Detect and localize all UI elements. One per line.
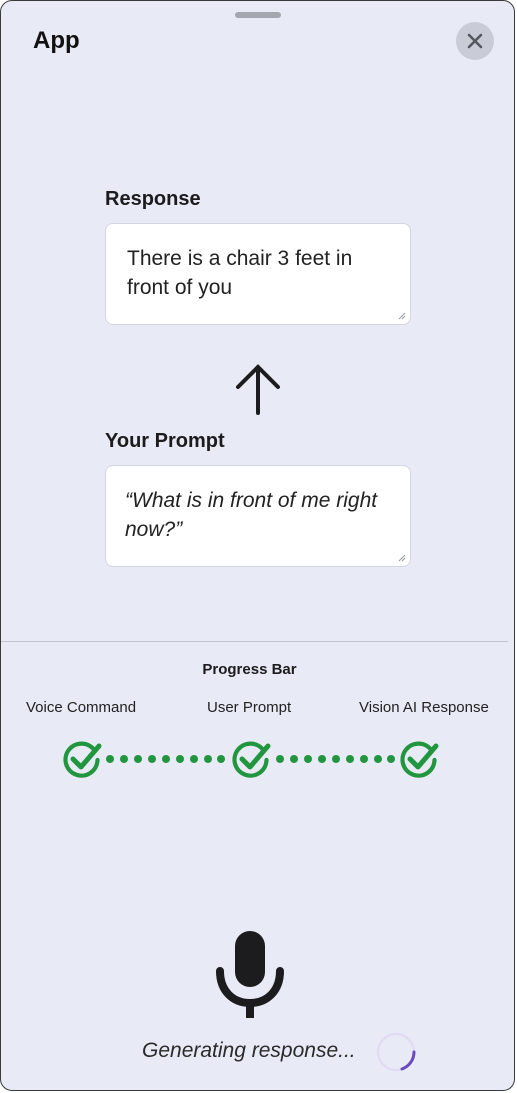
prompt-text: “What is in front of me right now?” [125, 489, 378, 541]
response-text: There is a chair 3 feet in front of you [127, 247, 353, 299]
loading-spinner-icon [376, 1032, 416, 1072]
response-label: Response [105, 188, 201, 210]
check-circle-icon [400, 741, 439, 778]
status-text: Generating response... [142, 1039, 356, 1062]
response-textbox[interactable]: There is a chair 3 feet in front of you [105, 223, 411, 325]
step-label-vision-ai-response: Vision AI Response [359, 699, 489, 716]
step-label-user-prompt: User Prompt [207, 699, 292, 716]
microphone-icon[interactable] [215, 929, 285, 1021]
prompt-label: Your Prompt [105, 430, 225, 452]
step-label-voice-command: Voice Command [26, 699, 137, 716]
drag-handle[interactable] [235, 12, 281, 18]
progress-connector [276, 755, 395, 763]
progress-title: Progress Bar [202, 661, 297, 678]
close-button[interactable] [456, 22, 494, 60]
prompt-textbox[interactable]: “What is in front of me right now?” [105, 465, 411, 567]
progress-connector [106, 755, 225, 763]
resize-grip-icon[interactable] [396, 552, 406, 562]
check-circle-icon [63, 741, 102, 778]
close-icon [467, 33, 483, 49]
arrow-up-icon [236, 364, 280, 415]
app-sheet: App Response There is a chair 3 feet in … [0, 0, 515, 1091]
check-circle-icon [232, 741, 271, 778]
app-title: App [33, 27, 80, 54]
resize-grip-icon[interactable] [396, 310, 406, 320]
divider [1, 641, 508, 642]
